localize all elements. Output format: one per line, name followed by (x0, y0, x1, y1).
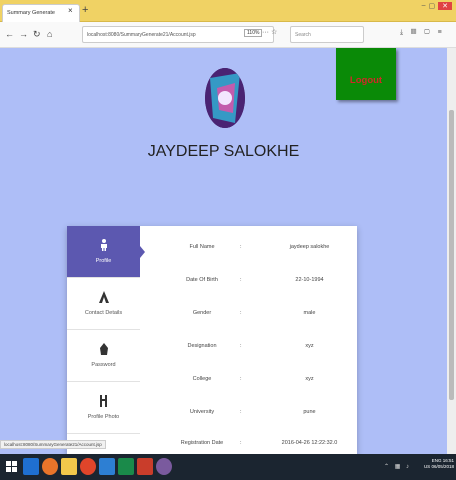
system-tray-clock[interactable]: ENG 16:51 US 06/05/2018 (424, 458, 454, 470)
detail-separator: : (240, 244, 242, 250)
sidebar-item-password[interactable]: Password (67, 330, 140, 382)
profile-card: Profile Contact Details Password Profile (67, 226, 357, 454)
detail-key: Designation (187, 343, 217, 349)
sidebar-item-label: Contact Details (84, 310, 123, 316)
detail-value: 2016-04-26 12:22:32.0 (281, 440, 338, 446)
search-placeholder: Search (295, 32, 311, 38)
avatar (205, 68, 245, 128)
detail-separator: : (240, 440, 242, 446)
detail-value: xyz (305, 343, 314, 349)
avatar-image (205, 68, 245, 128)
forward-icon[interactable]: → (19, 28, 28, 40)
home-icon[interactable]: ⌂ (47, 28, 52, 40)
profile-icon (100, 239, 107, 251)
detail-value: jaydeep salokhe (289, 244, 330, 250)
detail-key: Registration Date (180, 440, 224, 446)
detail-value: male (303, 310, 316, 316)
detail-row: Gender : male (147, 310, 357, 330)
tab-title: Summary Generate (7, 10, 55, 16)
toolbar-icons[interactable]: ⤓ ▥ ▢ ≡ (400, 29, 445, 37)
reload-icon[interactable]: ↻ (33, 28, 41, 40)
tray-date: 06/05/2018 (431, 464, 454, 469)
sidebar-item-profile-photo[interactable]: Profile Photo (67, 382, 140, 434)
search-input[interactable]: Search (290, 26, 364, 43)
windows-start-icon[interactable] (4, 458, 20, 475)
detail-value: pune (303, 409, 316, 415)
app-icon[interactable] (156, 458, 172, 475)
taskbar: ⌃ ▦ ♪ ENG 16:51 US 06/05/2018 (0, 454, 456, 480)
sidebar-item-label: Profile Photo (87, 414, 120, 420)
password-icon (99, 343, 108, 355)
app-icon[interactable] (137, 458, 153, 475)
detail-separator: : (240, 376, 242, 382)
detail-row: Designation : xyz (147, 343, 357, 363)
profile-sidebar: Profile Contact Details Password Profile (67, 226, 145, 454)
detail-key: University (189, 409, 215, 415)
detail-row: College : xyz (147, 376, 357, 396)
tray-time: 16:51 (442, 458, 454, 463)
maximize-icon[interactable]: ▢ (429, 2, 436, 10)
detail-separator: : (240, 277, 242, 283)
tray-icons[interactable]: ⌃ ▦ ♪ (384, 463, 411, 470)
tray-region: US (423, 464, 431, 469)
page-content: Logout JAYDEEP SALOKHE Profile Contact D… (0, 48, 447, 454)
tray-lang: ENG (431, 458, 442, 463)
detail-key: Gender (192, 310, 212, 316)
detail-key: College (192, 376, 212, 382)
detail-value: 22-10-1994 (295, 277, 324, 283)
logout-button[interactable]: Logout (336, 48, 396, 100)
sidebar-item-label: Profile (95, 258, 112, 264)
window-controls: – ▢ ✕ (422, 2, 452, 10)
detail-separator: : (240, 343, 242, 349)
app-icon[interactable] (99, 458, 115, 475)
detail-key: Full Name (189, 244, 215, 250)
url-text: localhost:8080/SummaryGenerate21/Account… (87, 32, 196, 38)
active-indicator (140, 246, 145, 258)
browser-navbar: ← → ↻ ⌂ localhost:8080/SummaryGenerate21… (0, 22, 456, 48)
user-name: JAYDEEP SALOKHE (147, 143, 300, 160)
chrome-icon[interactable] (80, 458, 96, 475)
sidebar-item-label: Password (91, 362, 116, 368)
app-icon[interactable] (118, 458, 134, 475)
detail-row: Registration Date : 2016-04-26 12:22:32.… (147, 440, 357, 454)
detail-row: University : pune (147, 409, 357, 429)
detail-row: Date Of Birth : 22-10-1994 (147, 277, 357, 297)
detail-row: Full Name : jaydeep salokhe (147, 244, 357, 264)
detail-key: Date Of Birth (186, 277, 218, 283)
sidebar-item-contact-details[interactable]: Contact Details (67, 278, 140, 330)
tab-close-icon[interactable]: × (68, 7, 73, 15)
ie-icon[interactable] (23, 458, 39, 475)
contact-icon (98, 291, 109, 303)
page-actions-icon[interactable]: ··· ☆ (262, 28, 277, 36)
browser-tabstrip: Summary Generate × + – ▢ ✕ (0, 0, 456, 22)
minimize-icon[interactable]: – (422, 2, 426, 10)
back-icon[interactable]: ← (5, 28, 14, 40)
sidebar-item-profile[interactable]: Profile (67, 226, 140, 278)
detail-separator: : (240, 409, 242, 415)
new-tab-icon[interactable]: + (82, 5, 88, 16)
status-bar: localhost:8080/SummaryGenerate21/Account… (0, 440, 106, 449)
photo-icon (99, 395, 107, 407)
scrollbar-thumb[interactable] (449, 110, 454, 400)
firefox-icon[interactable] (42, 458, 58, 475)
detail-separator: : (240, 310, 242, 316)
file-explorer-icon[interactable] (61, 458, 77, 475)
close-window-icon[interactable]: ✕ (438, 2, 452, 10)
detail-value: xyz (305, 376, 314, 382)
zoom-level[interactable]: 110% (244, 29, 263, 37)
